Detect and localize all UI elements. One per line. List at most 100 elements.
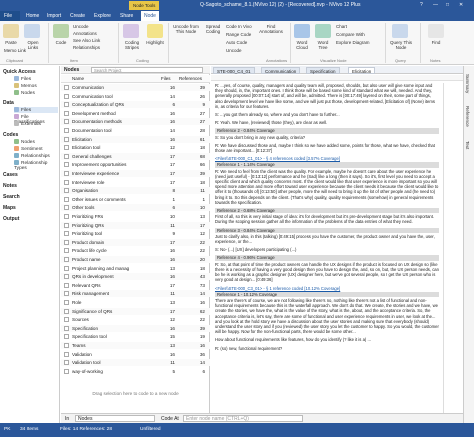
tab-summary[interactable]: Summary [465, 74, 470, 93]
explore-diagram-button[interactable]: Explore Diagram [336, 40, 370, 45]
table-row[interactable]: Communication tool 14 26 [61, 93, 210, 100]
table-row[interactable]: Specification 16 39 [61, 324, 210, 332]
column-files[interactable]: Files [161, 76, 171, 81]
nav-item-data-files[interactable]: Files [14, 107, 58, 113]
nav-item-nodes[interactable]: Nodes [14, 90, 35, 96]
uncode-range-button[interactable]: Uncode [226, 48, 242, 53]
word-tree-icon[interactable] [315, 24, 331, 38]
table-row[interactable]: Risk management 11 14 [61, 290, 210, 298]
annotations-button[interactable]: Annotations [73, 31, 97, 36]
column-name[interactable]: Name [72, 76, 84, 81]
table-row[interactable]: Role 13 16 [61, 299, 210, 306]
nav-item-relationship-types[interactable]: Relationship Types [14, 160, 59, 171]
tab-share[interactable]: Share [120, 13, 133, 19]
compare-with-button[interactable]: Compare With [336, 32, 365, 37]
tab-specification[interactable]: Specification [306, 67, 340, 74]
table-row[interactable]: Elicitation 16 61 [61, 135, 210, 143]
table-row[interactable]: Product domain 17 22 [61, 238, 210, 246]
tab-file[interactable]: File [0, 11, 20, 21]
chart-button[interactable]: Chart [336, 24, 347, 29]
file-link[interactable]: <Files\\STE-000_C1_01> - § 4 references … [215, 156, 439, 161]
nav-cases[interactable]: Cases [3, 172, 18, 178]
table-row[interactable]: Sources 12 22 [61, 316, 210, 323]
spread-coding-button[interactable]: Spread Coding [202, 24, 224, 34]
table-row[interactable]: Project planning and manag 13 18 [61, 265, 210, 272]
auto-code-button[interactable]: Auto Code [226, 40, 247, 45]
code-at-input[interactable]: Enter node name (CTRL+Q) [183, 415, 303, 422]
nav-item-files[interactable]: Files [14, 76, 31, 82]
find-annotations-button[interactable]: Find Annotations [258, 24, 284, 34]
coding-stripes-icon[interactable] [123, 24, 139, 38]
tab-document[interactable]: STE-000_C4_01 [213, 67, 255, 74]
table-row[interactable]: General challenges 17 68 [61, 152, 210, 160]
memo-link-button[interactable]: Memo Link [4, 48, 26, 53]
tab-create[interactable]: Create [70, 13, 85, 19]
column-references[interactable]: References [179, 76, 202, 81]
nav-item-relationships[interactable]: Relationships [14, 153, 50, 159]
paste-icon[interactable] [3, 24, 19, 38]
open-icon[interactable] [24, 24, 40, 38]
tab-reference[interactable]: Reference [465, 106, 470, 127]
tab-import[interactable]: Import [47, 13, 61, 19]
help-button[interactable]: ? [420, 2, 423, 8]
uncode-button[interactable]: Uncode [73, 24, 89, 29]
table-row[interactable]: Relevant QRs 17 73 [61, 282, 210, 289]
uncode-from-node-button[interactable]: Uncode from This Node [172, 24, 200, 34]
nav-item-codes-nodes[interactable]: Nodes [14, 139, 35, 145]
table-row[interactable]: Documentation tool 14 28 [61, 127, 210, 134]
highlight-icon[interactable] [147, 24, 163, 38]
tab-node[interactable]: Node [141, 11, 159, 21]
nav-item-sentiment[interactable]: Sentiment [14, 146, 43, 152]
table-row[interactable]: Organisation 8 11 [61, 187, 210, 195]
tab-text[interactable]: Text [465, 141, 470, 149]
find-icon[interactable] [428, 24, 444, 38]
table-row[interactable]: Development method 16 27 [61, 110, 210, 117]
table-row[interactable]: Prioritizing tool 9 12 [61, 230, 210, 237]
table-row[interactable]: Interviewee role 17 18 [61, 179, 210, 186]
close-button[interactable]: ✕ [459, 2, 463, 8]
table-row[interactable]: Validation tool 11 14 [61, 359, 210, 367]
code-in-vivo-button[interactable]: Code In Vivo [226, 24, 252, 29]
nav-data[interactable]: Data [3, 100, 14, 106]
tab-home[interactable]: Home [26, 13, 39, 19]
table-row[interactable]: Other issues or comments 1 1 [61, 196, 210, 203]
table-row[interactable]: Teams 13 16 [61, 342, 210, 349]
table-row[interactable]: Documentation methods 16 27 [61, 118, 210, 126]
table-row[interactable]: Product life cycle 16 22 [61, 247, 210, 254]
minimize-button[interactable]: — [433, 2, 438, 8]
nav-item-memos[interactable]: Memos [14, 83, 37, 89]
table-row[interactable]: Improvement opportunities 17 66 [61, 161, 210, 168]
nav-quick-access[interactable]: Quick Access [3, 69, 36, 75]
relationships-button[interactable]: Relationships [73, 45, 100, 50]
table-row[interactable]: Prioritizing QRs 11 17 [61, 221, 210, 229]
table-row[interactable]: Specification tool 15 19 [61, 333, 210, 340]
nav-maps[interactable]: Maps [3, 205, 16, 211]
tab-communication[interactable]: Communication [261, 67, 301, 74]
nav-notes[interactable]: Notes [3, 183, 17, 189]
see-also-link-button[interactable]: See Also Link [73, 38, 100, 43]
code-icon[interactable] [53, 24, 69, 38]
maximize-button[interactable]: □ [446, 2, 449, 8]
table-row[interactable]: QRs in development 16 43 [61, 273, 210, 281]
word-cloud-icon[interactable] [294, 24, 310, 38]
tab-elicitation[interactable]: Elicitation [348, 67, 376, 74]
nav-search[interactable]: Search [3, 194, 20, 200]
range-code-button[interactable]: Range Code [226, 32, 251, 37]
coded-text[interactable]: R: ...yes, of course, quality, managers … [215, 83, 439, 421]
table-row[interactable]: Interviewee experience 17 39 [61, 170, 210, 177]
nav-codes[interactable]: Codes [3, 132, 18, 138]
table-row[interactable]: Elicitation tool 12 18 [61, 144, 210, 151]
query-icon[interactable] [392, 24, 408, 38]
nav-item-externals[interactable]: Externals [14, 121, 41, 127]
table-row[interactable]: Communication 16 39 [61, 84, 210, 91]
table-row[interactable]: Other tools 6 10 [61, 204, 210, 212]
table-row[interactable]: way-of-working 5 6 [61, 368, 210, 375]
nav-output[interactable]: Output [3, 216, 19, 222]
code-bar-scope-select[interactable]: Nodes [75, 415, 155, 422]
table-row[interactable]: Prioritizing FRs 10 13 [61, 213, 210, 220]
table-row[interactable]: Validation 16 36 [61, 351, 210, 358]
table-row[interactable]: Conceptualization of QRs 6 9 [61, 101, 210, 109]
table-row[interactable]: Product name 16 20 [61, 256, 210, 263]
search-project-input[interactable]: Search Project [91, 67, 203, 73]
table-row[interactable]: Significance of QRs 17 62 [61, 307, 210, 315]
